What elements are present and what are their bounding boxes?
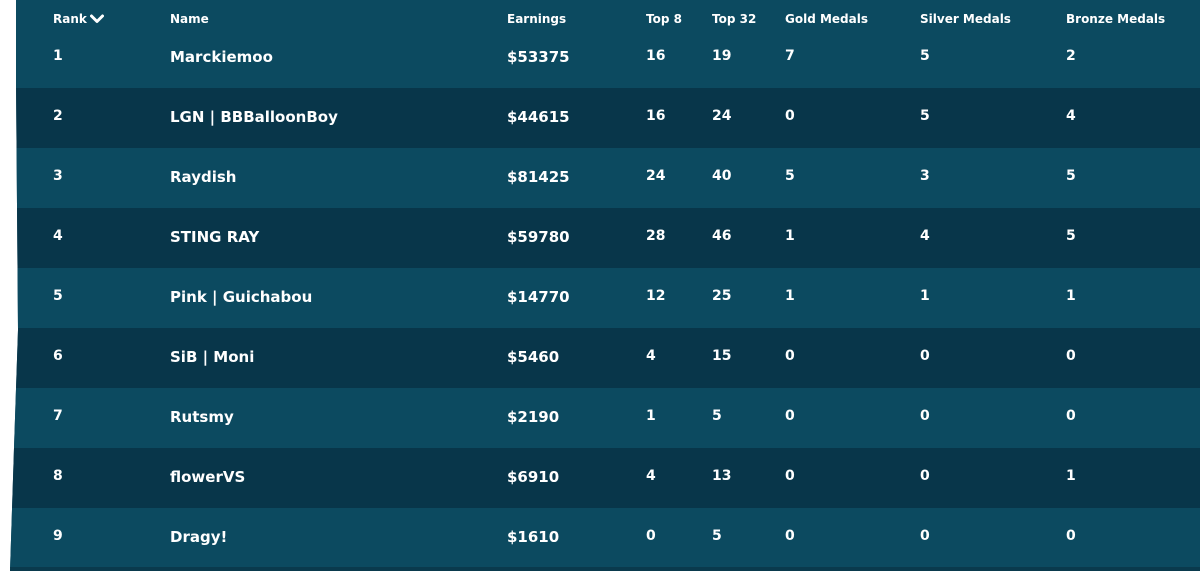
silver-medals-cell: 0: [920, 408, 930, 424]
silver-medals-cell: 1: [920, 288, 930, 304]
gold-medals-cell: 5: [785, 168, 795, 184]
top32-cell: 5: [712, 528, 722, 544]
bronze-medals-header[interactable]: Bronze Medals: [1066, 12, 1165, 26]
earnings-cell: $1610: [507, 528, 560, 546]
rank-cell: 4: [53, 228, 63, 244]
bronze-medals-cell: 0: [1066, 408, 1076, 424]
name-cell[interactable]: Raydish: [170, 168, 236, 186]
silver-medals-cell: 0: [920, 468, 930, 484]
gold-medals-cell: 0: [785, 348, 795, 364]
top32-cell: 5: [712, 408, 722, 424]
earnings-cell: $6910: [507, 468, 560, 486]
name-header[interactable]: Name: [170, 12, 209, 26]
table-row[interactable]: 1 Marckiemoo $53375 16 19 7 5 2: [10, 28, 1200, 88]
gold-medals-cell: 0: [785, 108, 795, 124]
earnings-cell: $59780: [507, 228, 570, 246]
table-row[interactable]: 6 SiB | Moni $5460 4 15 0 0 0: [10, 328, 1200, 388]
gold-medals-cell: 0: [785, 408, 795, 424]
earnings-cell: $81425: [507, 168, 570, 186]
top8-cell: 0: [646, 528, 656, 544]
rank-cell: 1: [53, 48, 63, 64]
table-row[interactable]: 7 Rutsmy $2190 1 5 0 0 0: [10, 388, 1200, 448]
rank-cell: 3: [53, 168, 63, 184]
earnings-cell: $2190: [507, 408, 560, 426]
name-cell[interactable]: SiB | Moni: [170, 348, 254, 366]
table-row[interactable]: 4 STING RAY $59780 28 46 1 4 5: [10, 208, 1200, 268]
chevron-down-icon[interactable]: [89, 14, 104, 24]
bronze-medals-cell: 4: [1066, 108, 1076, 124]
earnings-cell: $5460: [507, 348, 560, 366]
top8-cell: 16: [646, 48, 666, 64]
gold-medals-cell: 7: [785, 48, 795, 64]
rank-cell: 7: [53, 408, 63, 424]
table-row[interactable]: 5 Pink | Guichabou $14770 12 25 1 1 1: [10, 268, 1200, 328]
top32-cell: 15: [712, 348, 732, 364]
rank-header[interactable]: Rank: [53, 12, 104, 26]
table-row[interactable]: 3 Raydish $81425 24 40 5 3 5: [10, 148, 1200, 208]
rank-cell: 5: [53, 288, 63, 304]
name-cell[interactable]: Rutsmy: [170, 408, 234, 426]
top8-cell: 1: [646, 408, 656, 424]
bronze-medals-cell: 1: [1066, 468, 1076, 484]
bronze-medals-cell: 0: [1066, 528, 1076, 544]
gold-medals-cell: 0: [785, 468, 795, 484]
silver-medals-cell: 0: [920, 348, 930, 364]
earnings-cell: $53375: [507, 48, 570, 66]
top32-cell: 24: [712, 108, 732, 124]
top8-cell: 24: [646, 168, 666, 184]
top8-header[interactable]: Top 8: [646, 12, 682, 26]
rank-header-label: Rank: [53, 12, 87, 26]
gold-medals-cell: 1: [785, 228, 795, 244]
gold-medals-cell: 0: [785, 528, 795, 544]
silver-medals-cell: 4: [920, 228, 930, 244]
bronze-medals-cell: 5: [1066, 168, 1076, 184]
top8-cell: 16: [646, 108, 666, 124]
table-row[interactable]: 8 flowerVS $6910 4 13 0 0 1: [10, 448, 1200, 508]
gold-medals-header[interactable]: Gold Medals: [785, 12, 868, 26]
bronze-medals-cell: 1: [1066, 288, 1076, 304]
top32-cell: 40: [712, 168, 732, 184]
silver-medals-cell: 5: [920, 48, 930, 64]
top32-header[interactable]: Top 32: [712, 12, 756, 26]
top32-cell: 19: [712, 48, 732, 64]
top8-cell: 28: [646, 228, 666, 244]
name-cell[interactable]: STING RAY: [170, 228, 259, 246]
leaderboard-panel: Rank Name Earnings Top 8 Top 32 Gold Med…: [10, 0, 1200, 571]
name-cell[interactable]: flowerVS: [170, 468, 245, 486]
top32-cell: 13: [712, 468, 732, 484]
table-row[interactable]: 9 Dragy! $1610 0 5 0 0 0: [10, 508, 1200, 568]
rank-cell: 9: [53, 528, 63, 544]
silver-medals-cell: 0: [920, 528, 930, 544]
silver-medals-cell: 5: [920, 108, 930, 124]
top32-cell: 46: [712, 228, 732, 244]
rank-cell: 8: [53, 468, 63, 484]
top8-cell: 12: [646, 288, 666, 304]
top32-cell: 25: [712, 288, 732, 304]
rank-cell: 6: [53, 348, 63, 364]
gold-medals-cell: 1: [785, 288, 795, 304]
top8-cell: 4: [646, 348, 656, 364]
earnings-cell: $14770: [507, 288, 570, 306]
name-cell[interactable]: Dragy!: [170, 528, 227, 546]
name-cell[interactable]: LGN | BBBalloonBoy: [170, 108, 338, 126]
silver-medals-header[interactable]: Silver Medals: [920, 12, 1011, 26]
name-cell[interactable]: Pink | Guichabou: [170, 288, 312, 306]
table-bottom-border: [10, 567, 1200, 571]
table-row[interactable]: 2 LGN | BBBalloonBoy $44615 16 24 0 5 4: [10, 88, 1200, 148]
silver-medals-cell: 3: [920, 168, 930, 184]
earnings-header[interactable]: Earnings: [507, 12, 566, 26]
bronze-medals-cell: 0: [1066, 348, 1076, 364]
name-cell[interactable]: Marckiemoo: [170, 48, 273, 66]
rank-cell: 2: [53, 108, 63, 124]
top8-cell: 4: [646, 468, 656, 484]
bronze-medals-cell: 2: [1066, 48, 1076, 64]
earnings-cell: $44615: [507, 108, 570, 126]
bronze-medals-cell: 5: [1066, 228, 1076, 244]
